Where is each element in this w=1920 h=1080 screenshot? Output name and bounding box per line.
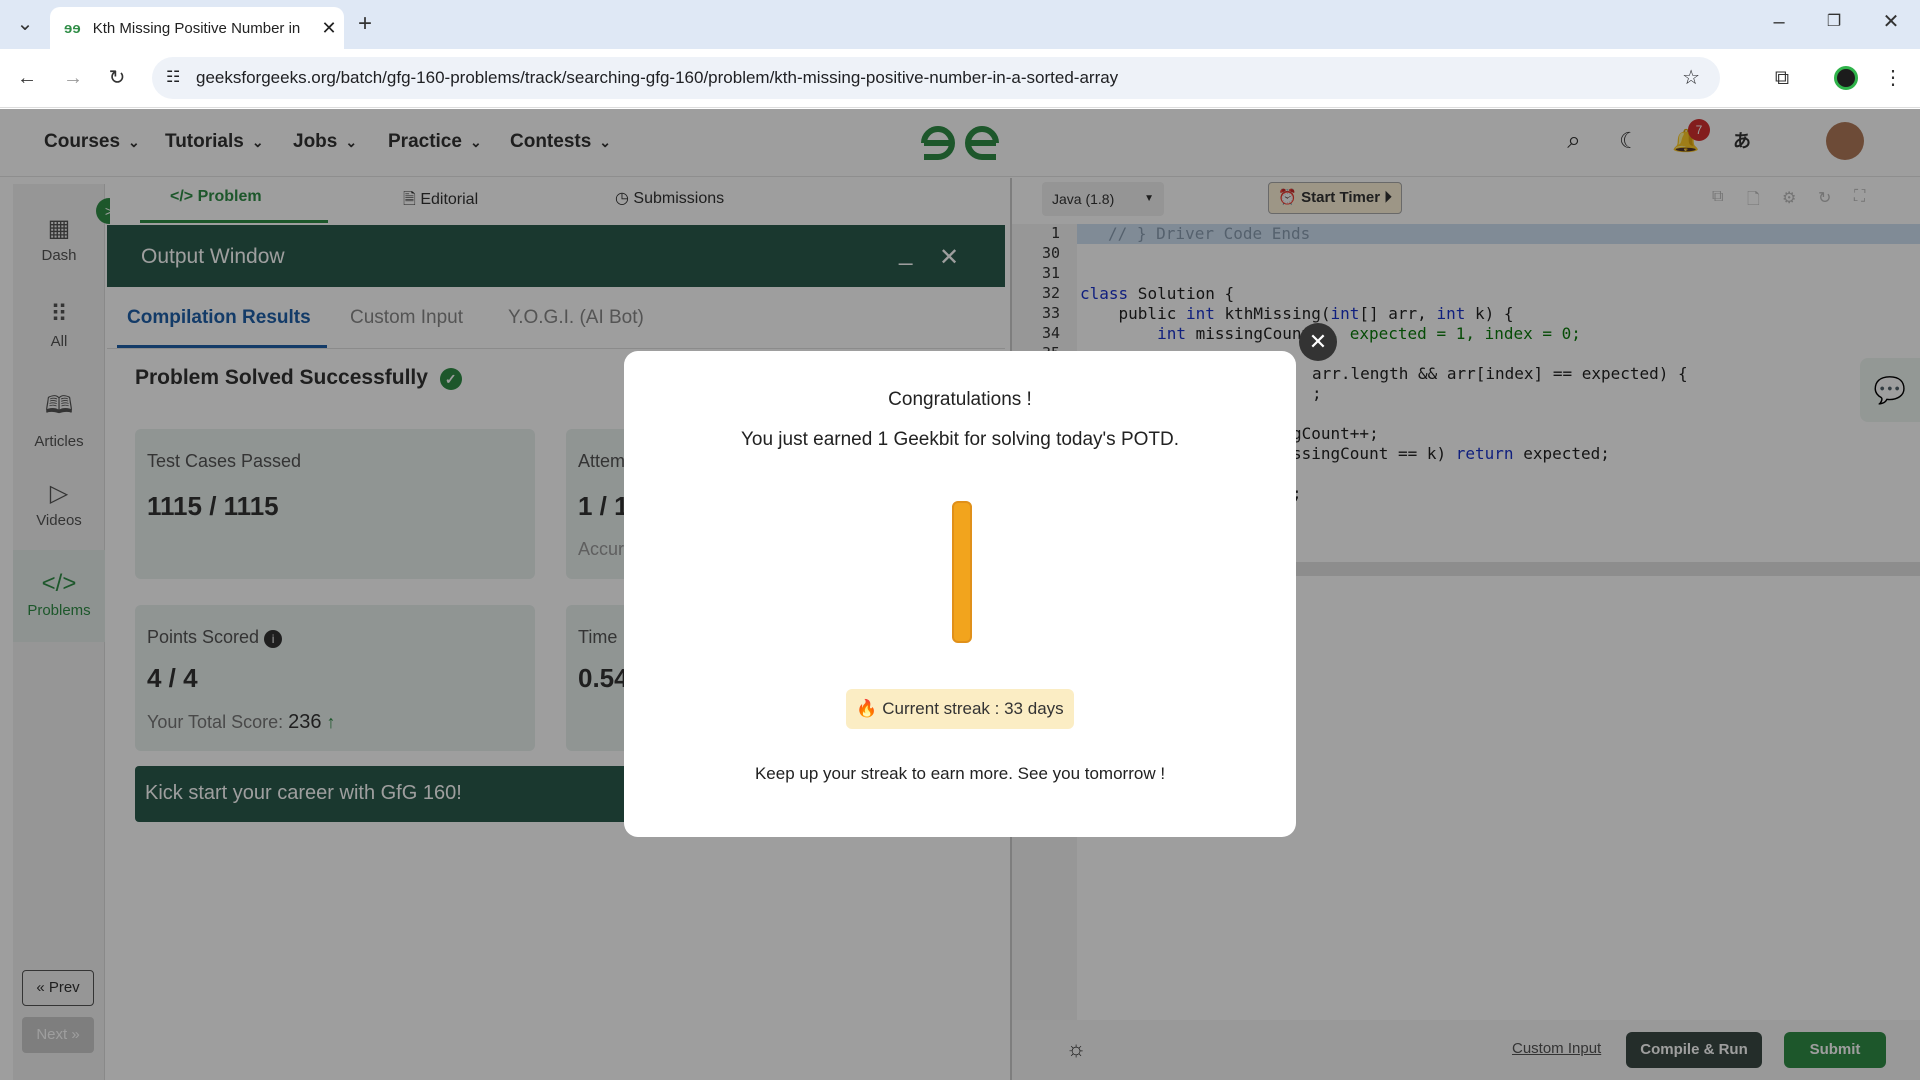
restore-window-button[interactable]: ❐	[1819, 10, 1849, 34]
forward-arrow-icon[interactable]: →	[60, 66, 86, 90]
congratulations-modal: Congratulations ! You just earned 1 Geek…	[624, 351, 1296, 837]
minimize-window-button[interactable]: –	[1764, 10, 1794, 34]
modal-message: You just earned 1 Geekbit for solving to…	[740, 429, 1180, 450]
streak-badge: 🔥 Current streak : 33 days	[846, 689, 1074, 729]
modal-heading: Congratulations !	[888, 389, 1032, 410]
tab-title: Kth Missing Positive Number in	[92, 19, 301, 37]
reload-icon[interactable]: ↻	[104, 66, 130, 90]
browser-toolbar: ← → ↻ ☷ geeksforgeeks.org/batch/gfg-160-…	[0, 49, 1920, 108]
gfg-favicon-icon: ɘɘ	[64, 19, 81, 37]
site-info-icon[interactable]: ☷	[166, 67, 180, 87]
new-tab-button[interactable]: +	[352, 12, 378, 36]
back-arrow-icon[interactable]: ←	[14, 66, 40, 90]
close-window-button[interactable]: ✕	[1876, 10, 1906, 34]
bookmark-star-icon[interactable]: ☆	[1682, 65, 1700, 90]
profile-avatar[interactable]	[1834, 66, 1858, 90]
browser-menu-icon[interactable]: ⋮	[1880, 66, 1906, 90]
modal-footer-text: Keep up your streak to earn more. See yo…	[754, 764, 1166, 783]
tab-search-chevron-icon[interactable]: ⌄	[12, 12, 38, 36]
url-text: geeksforgeeks.org/batch/gfg-160-problems…	[196, 68, 1119, 87]
address-bar[interactable]: ☷ geeksforgeeks.org/batch/gfg-160-proble…	[152, 57, 1720, 99]
browser-tab-bar: ⌄ ɘɘ Kth Missing Positive Number in ✕ + …	[0, 0, 1920, 49]
browser-tab[interactable]: ɘɘ Kth Missing Positive Number in ✕	[50, 7, 344, 49]
tab-close-icon[interactable]: ✕	[314, 18, 344, 39]
extensions-icon[interactable]: ⧉	[1768, 66, 1796, 90]
modal-close-button[interactable]: ✕	[1299, 323, 1337, 361]
geekbit-coin-icon	[952, 501, 972, 643]
